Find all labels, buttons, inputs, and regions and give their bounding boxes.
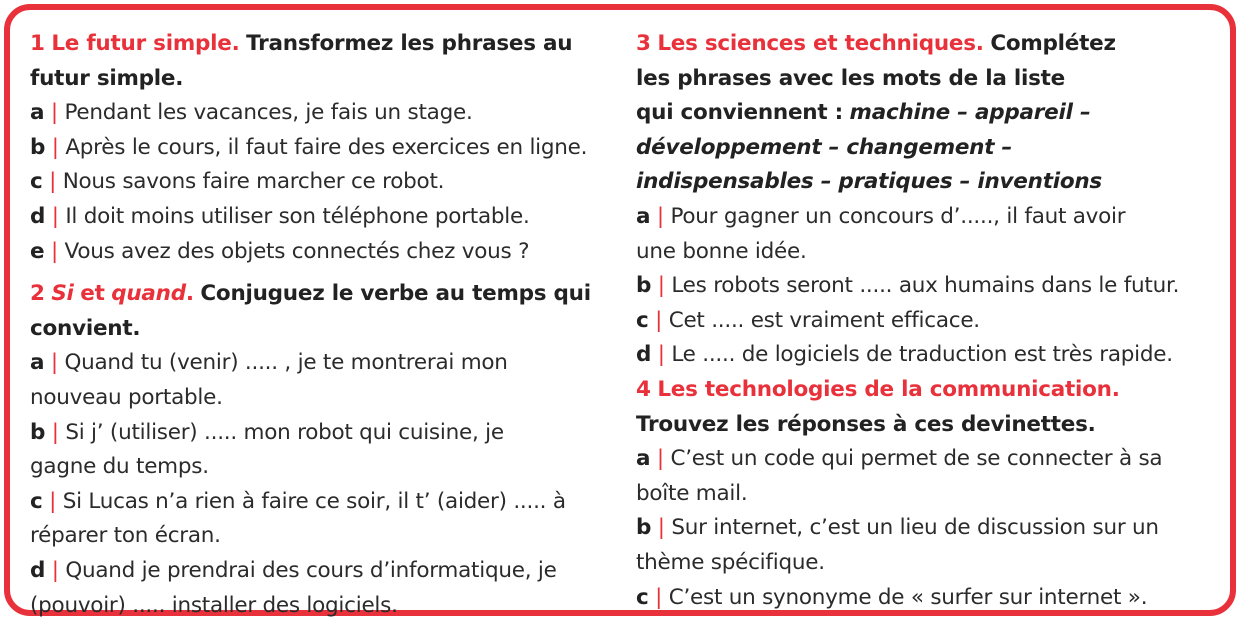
exercise-3-instruction-cont: les phrases avec les mots de la liste [636, 62, 1216, 97]
exercise-3-item-c: c | Cet ..... est vraiment efficace. [636, 304, 1216, 339]
exercise-2-instruction: Conjuguez le verbe au temps qui [200, 281, 590, 306]
exercise-1-title: 1 Le futur simple. Transformez les phras… [30, 27, 615, 62]
exercise-3-word-list-cont: développement – changement – [636, 131, 1216, 166]
exercise-3-word-list: qui conviennent : machine – appareil – [636, 96, 1216, 131]
exercise-4-item-a: a | C’est un code qui permet de se conne… [636, 442, 1216, 477]
exercise-4-item-b: b | Sur internet, c’est un lieu de discu… [636, 511, 1216, 546]
exercise-1-item-a: a | Pendant les vacances, je fais un sta… [30, 96, 615, 131]
exercise-4-item-b-cont: thème spécifique. [636, 546, 1216, 581]
exercise-3-number: 3 [636, 31, 651, 56]
exercise-1-heading: Le futur simple. [51, 31, 239, 56]
exercise-3-heading: Les sciences et techniques. [657, 31, 983, 56]
exercise-2-item-d-cont: (pouvoir) ..... installer des logiciels. [30, 589, 615, 623]
right-column: 3 Les sciences et techniques. Complétez … [636, 27, 1216, 615]
exercise-1-instruction: Transformez les phrases au [246, 31, 572, 56]
exercise-4-title: 4 Les technologies de la communication. [636, 373, 1216, 408]
exercise-4-item-c: c | C’est un synonyme de « surfer sur in… [636, 581, 1216, 616]
exercise-4-heading: Les technologies de la communication. [657, 377, 1119, 402]
exercise-3-item-a-cont: une bonne idée. [636, 235, 1216, 270]
exercise-4-item-a-cont: boîte mail. [636, 477, 1216, 512]
exercise-4-number: 4 [636, 377, 651, 402]
exercise-3-item-a: a | Pour gagner un concours d’....., il … [636, 200, 1216, 235]
exercise-2-instruction-cont: convient. [30, 312, 615, 347]
exercise-3-word-list-end: indispensables – pratiques – inventions [636, 165, 1216, 200]
exercise-2-title: 2 Si et quand. Conjuguez le verbe au tem… [30, 277, 615, 312]
exercise-2-item-a: a | Quand tu (venir) ..... , je te montr… [30, 346, 615, 381]
exercise-3-item-b: b | Les robots seront ..... aux humains … [636, 269, 1216, 304]
exercise-2-number: 2 [30, 281, 45, 306]
exercise-1-instruction-cont: futur simple. [30, 62, 615, 97]
exercise-2-item-b: b | Si j’ (utiliser) ..... mon robot qui… [30, 416, 615, 451]
exercise-1-item-e: e | Vous avez des objets connectés chez … [30, 235, 615, 270]
exercise-2-item-d: d | Quand je prendrai des cours d’inform… [30, 554, 615, 589]
exercise-2-item-c: c | Si Lucas n’a rien à faire ce soir, i… [30, 485, 615, 520]
exercise-2-item-c-cont: réparer ton écran. [30, 519, 615, 554]
exercise-2-item-a-cont: nouveau portable. [30, 381, 615, 416]
exercise-4-instruction: Trouvez les réponses à ces devinettes. [636, 408, 1216, 443]
exercise-1-number: 1 [30, 31, 45, 56]
exercise-3-item-d: d | Le ..... de logiciels de traduction … [636, 338, 1216, 373]
exercise-1-item-c: c | Nous savons faire marcher ce robot. [30, 165, 615, 200]
exercise-1-item-d: d | Il doit moins utiliser son téléphone… [30, 200, 615, 235]
exercise-3-title: 3 Les sciences et techniques. Complétez [636, 27, 1216, 62]
exercise-1-item-b: b | Après le cours, il faut faire des ex… [30, 131, 615, 166]
left-column: 1 Le futur simple. Transformez les phras… [30, 27, 615, 623]
exercise-2-item-b-cont: gagne du temps. [30, 450, 615, 485]
